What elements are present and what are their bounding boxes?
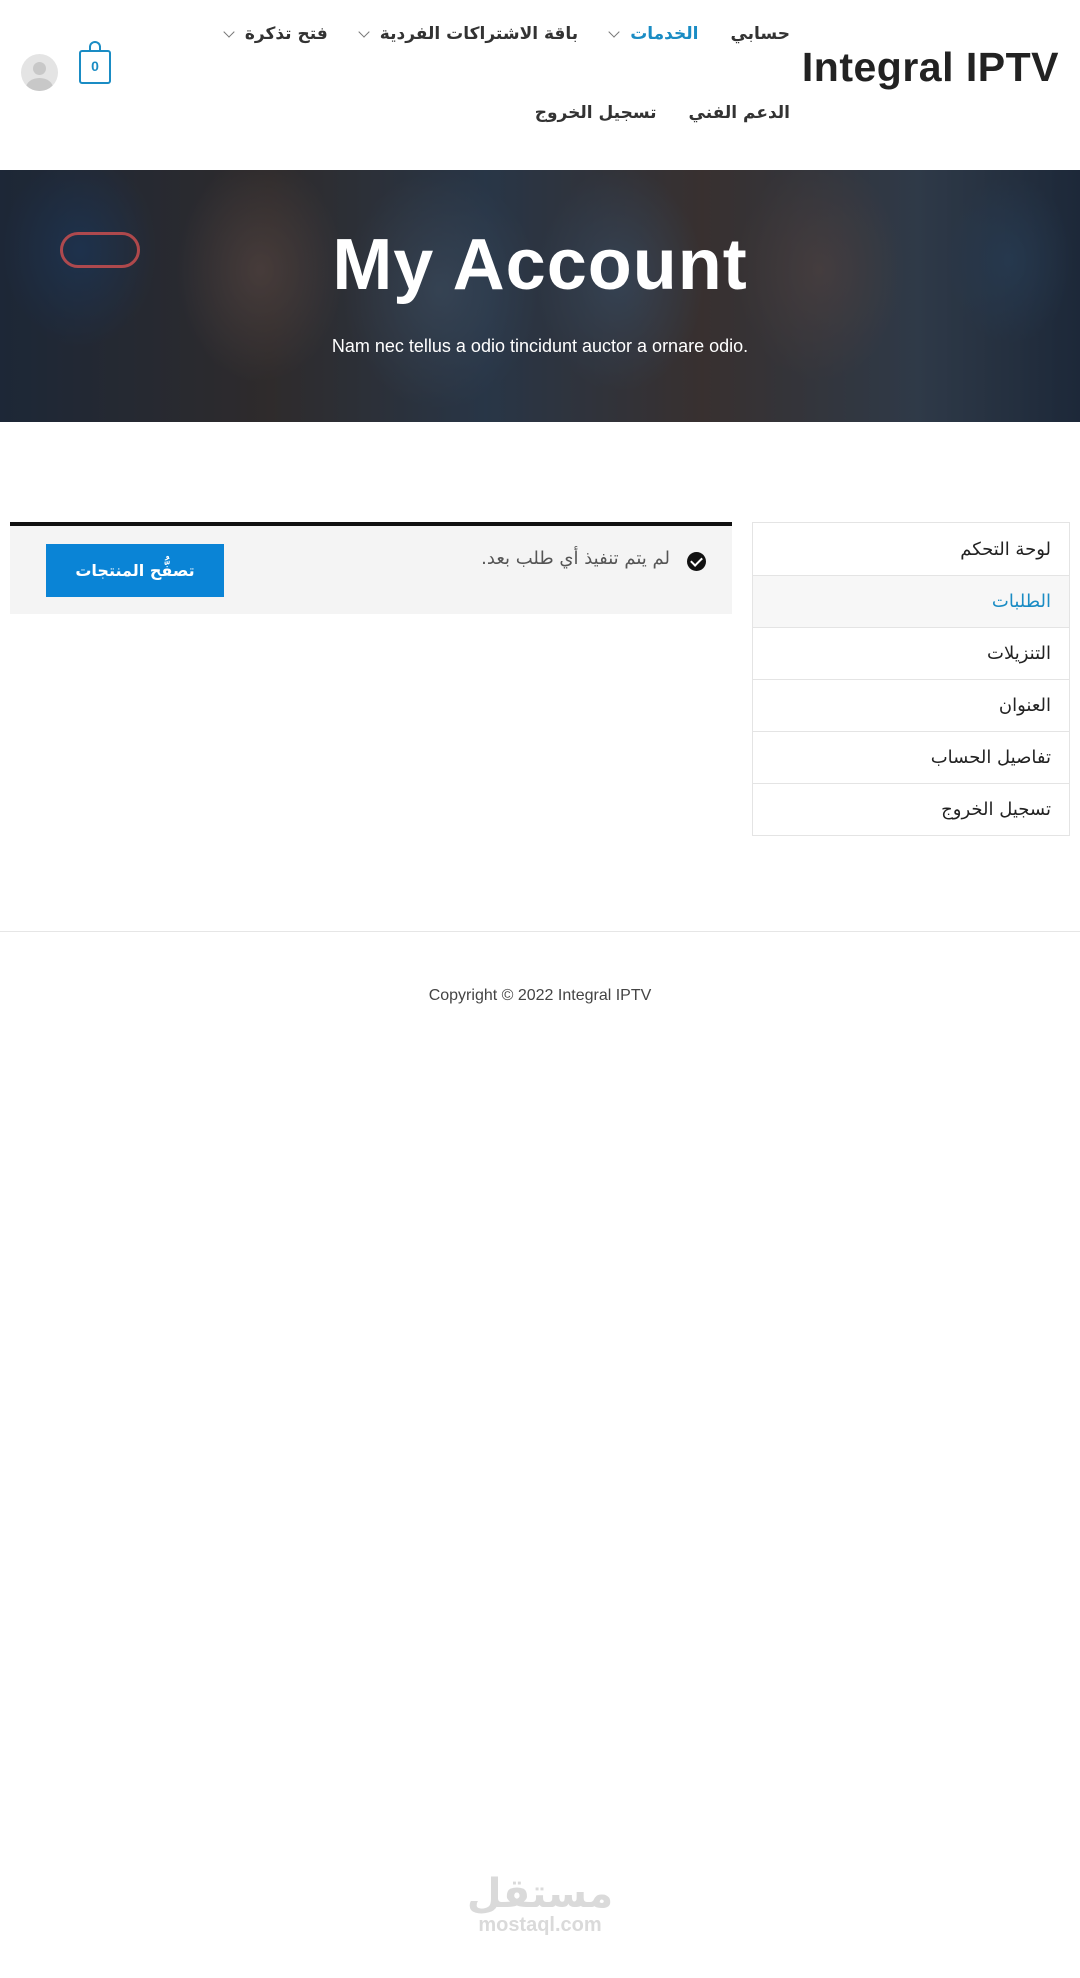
page-title: My Account xyxy=(332,225,748,305)
nav-item-services[interactable]: الخدمات xyxy=(608,24,699,44)
account-nav-orders[interactable]: الطلبات xyxy=(753,575,1069,627)
account-navigation: لوحة التحكم الطلبات التنزيلات العنوان تف… xyxy=(752,522,1070,836)
nav-item-label: الخدمات xyxy=(630,24,699,44)
account-nav-downloads[interactable]: التنزيلات xyxy=(753,627,1069,679)
nav-item-label: حسابي xyxy=(730,24,790,44)
chevron-down-icon xyxy=(358,26,370,38)
browse-products-button[interactable]: تصفُّح المنتجات xyxy=(46,544,224,597)
nav-item-label: باقة الاشتراكات الفردية xyxy=(379,24,579,44)
cart-count: 0 xyxy=(91,58,99,74)
account-nav-dashboard[interactable]: لوحة التحكم xyxy=(753,523,1069,575)
chevron-down-icon xyxy=(223,26,235,38)
page-subtitle: Nam nec tellus a odio tincidunt auctor a… xyxy=(331,336,749,356)
nav-item-open-ticket[interactable]: فتح تذكرة xyxy=(223,24,328,44)
primary-nav-row2: الدعم الفني تسجيل الخروج xyxy=(503,98,790,128)
account-nav-account-details[interactable]: تفاصيل الحساب xyxy=(753,731,1069,783)
watermark: مستقل mostaql.com xyxy=(0,1872,1080,1937)
nav-item-label: الدعم الفني xyxy=(688,103,790,123)
footer-divider xyxy=(0,931,1080,932)
nav-item-logout[interactable]: تسجيل الخروج xyxy=(535,103,657,123)
hero-banner: My Account Nam nec tellus a odio tincidu… xyxy=(0,170,1080,422)
site-logo[interactable]: Integral IPTV xyxy=(802,44,1059,91)
orders-notice: لم يتم تنفيذ أي طلب بعد. تصفُّح المنتجات xyxy=(10,522,732,614)
watermark-arabic: مستقل xyxy=(466,1871,614,1917)
nav-item-support[interactable]: الدعم الفني xyxy=(689,103,790,123)
chevron-down-icon xyxy=(608,26,620,38)
nav-item-my-account[interactable]: حسابي xyxy=(730,24,790,44)
bag-icon xyxy=(89,41,101,51)
account-nav-addresses[interactable]: العنوان xyxy=(753,679,1069,731)
user-icon xyxy=(33,62,46,75)
nav-item-label: فتح تذكرة xyxy=(244,24,328,44)
footer-copyright: Copyright © 2022 Integral IPTV xyxy=(428,987,652,1004)
cart-button[interactable]: 0 xyxy=(79,41,111,84)
nav-item-individual-plans[interactable]: باقة الاشتراكات الفردية xyxy=(358,24,579,44)
nav-item-label: تسجيل الخروج xyxy=(534,103,657,123)
site-header: Integral IPTV حسابي الخدمات باقة الاشترا… xyxy=(0,0,1080,170)
notice-message: لم يتم تنفيذ أي طلب بعد. xyxy=(481,548,670,569)
primary-nav: حسابي الخدمات باقة الاشتراكات الفردية فت… xyxy=(193,19,790,49)
account-nav-logout[interactable]: تسجيل الخروج xyxy=(753,783,1069,835)
avatar[interactable] xyxy=(21,54,58,91)
check-circle-icon xyxy=(687,552,706,571)
watermark-latin: mostaql.com xyxy=(478,1914,602,1936)
